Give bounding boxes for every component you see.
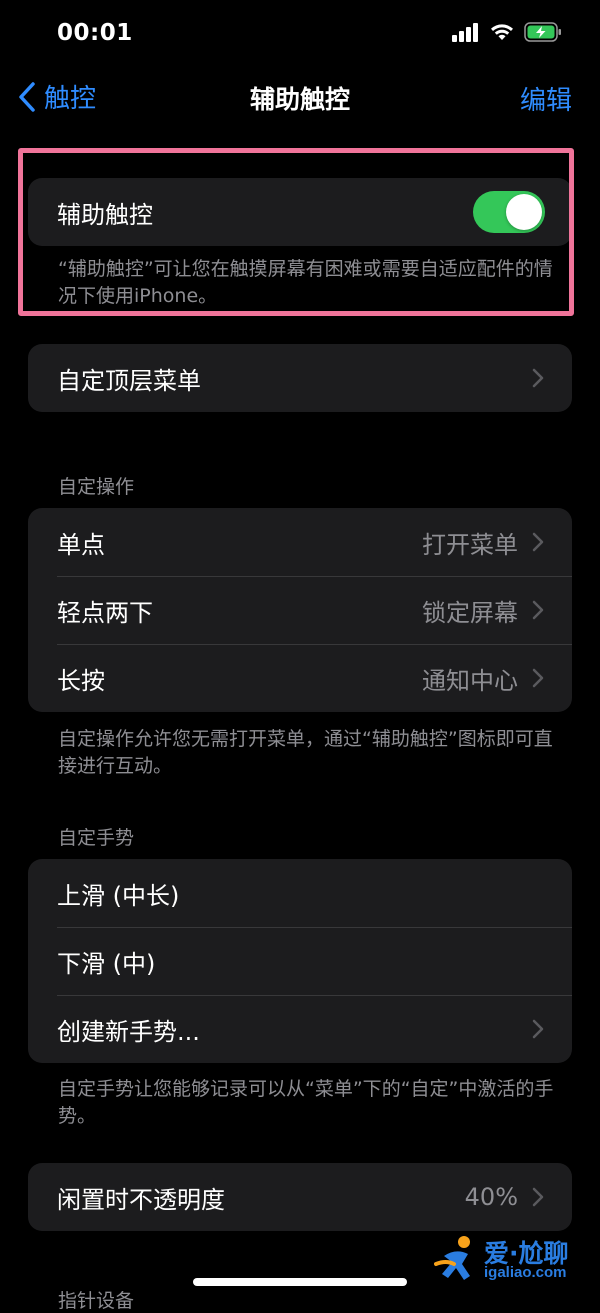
double-tap-row[interactable]: 轻点两下 锁定屏幕 <box>28 576 572 644</box>
gesture-swipe-down-row[interactable]: 下滑 (中) <box>28 927 572 995</box>
customize-top-menu-label: 自定顶层菜单 <box>57 366 201 395</box>
long-press-label: 长按 <box>57 666 105 695</box>
chevron-right-icon <box>532 1187 544 1207</box>
running-figure-icon <box>434 1236 470 1280</box>
battery-charging-icon <box>524 22 561 42</box>
custom-gestures-header: 自定手势 <box>58 827 135 849</box>
watermark-logo: 爱·尬聊 igaliao.com <box>434 1232 592 1288</box>
custom-actions-group: 单点 打开菜单 轻点两下 锁定屏幕 长按 通知中心 <box>28 508 572 712</box>
chevron-right-icon <box>532 532 544 552</box>
create-new-gesture-label: 创建新手势... <box>57 1017 200 1046</box>
custom-gestures-group: 上滑 (中长) 下滑 (中) 创建新手势... <box>28 859 572 1063</box>
top-menu-group: 自定顶层菜单 <box>28 344 572 412</box>
gesture-swipe-up-row[interactable]: 上滑 (中长) <box>28 859 572 927</box>
single-tap-label: 单点 <box>57 530 105 559</box>
assistive-touch-toggle[interactable] <box>473 191 545 233</box>
custom-actions-footer: 自定操作允许您无需打开菜单，通过“辅助触控”图标即可直接进行互动。 <box>58 728 553 777</box>
idle-opacity-label: 闲置时不透明度 <box>57 1185 225 1214</box>
pointer-devices-header: 指针设备 <box>58 1290 135 1312</box>
navigation-bar: 触控 辅助触控 编辑 <box>0 72 600 122</box>
long-press-value: 通知中心 <box>422 666 518 695</box>
chevron-right-icon <box>532 668 544 688</box>
toggle-knob <box>506 194 542 230</box>
chevron-right-icon <box>532 368 544 388</box>
status-icons <box>452 22 562 42</box>
double-tap-value: 锁定屏幕 <box>422 598 518 627</box>
edit-button[interactable]: 编辑 <box>520 80 572 117</box>
create-new-gesture-row[interactable]: 创建新手势... <box>28 995 572 1063</box>
gesture-swipe-up-label: 上滑 (中长) <box>57 881 180 910</box>
watermark-url: igaliao.com <box>484 1264 567 1281</box>
chevron-right-icon <box>532 600 544 620</box>
double-tap-label: 轻点两下 <box>57 598 153 627</box>
idle-opacity-row[interactable]: 闲置时不透明度 40% <box>28 1163 572 1231</box>
gesture-swipe-down-label: 下滑 (中) <box>57 949 156 978</box>
status-time: 00:01 <box>57 20 133 46</box>
single-tap-value: 打开菜单 <box>422 530 518 559</box>
wifi-icon <box>491 24 513 40</box>
customize-top-menu-row[interactable]: 自定顶层菜单 <box>28 344 572 412</box>
long-press-row[interactable]: 长按 通知中心 <box>28 644 572 712</box>
page-title: 辅助触控 <box>249 85 350 114</box>
cellular-signal-icon <box>452 23 478 42</box>
idle-opacity-group: 闲置时不透明度 40% <box>28 1163 572 1231</box>
chevron-right-icon <box>532 1019 544 1039</box>
custom-gestures-footer: 自定手势让您能够记录可以从“菜单”下的“自定”中激活的手势。 <box>58 1078 554 1127</box>
assistive-touch-group: 辅助触控 <box>28 178 572 246</box>
custom-actions-header: 自定操作 <box>58 476 135 498</box>
assistive-touch-footer: “辅助触控”可让您在触摸屏幕有困难或需要自适应配件的情况下使用iPhone。 <box>58 258 553 307</box>
home-indicator[interactable] <box>193 1278 407 1286</box>
idle-opacity-value: 40% <box>464 1183 518 1211</box>
assistive-touch-row: 辅助触控 <box>28 178 572 246</box>
single-tap-row[interactable]: 单点 打开菜单 <box>28 508 572 576</box>
status-bar: 00:01 <box>0 0 600 70</box>
